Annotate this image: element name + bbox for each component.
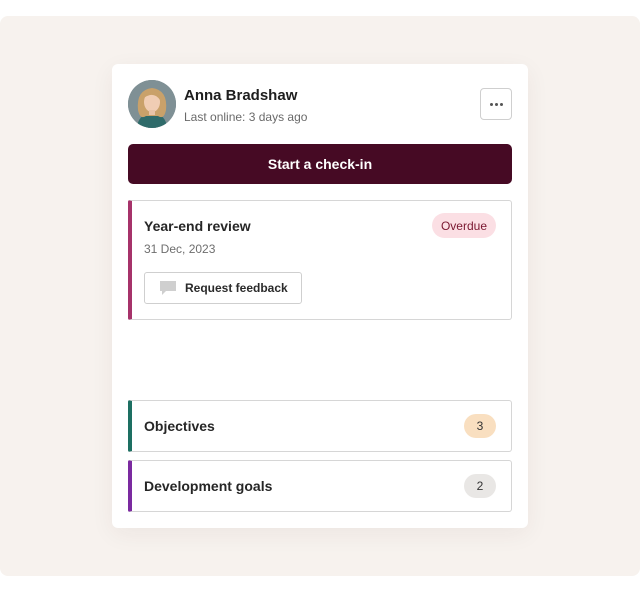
- objectives-label: Objectives: [144, 418, 215, 434]
- person-name: Anna Bradshaw: [184, 87, 298, 104]
- status-badge: Overdue: [431, 213, 496, 238]
- avatar[interactable]: [128, 80, 176, 128]
- employee-card: Anna Bradshaw Last online: 3 days ago St…: [112, 64, 528, 528]
- development-goals-label: Development goals: [144, 478, 273, 494]
- objectives-count-badge: 3: [464, 414, 496, 438]
- year-end-review-panel[interactable]: Year-end review 31 Dec, 2023 Overdue Req…: [128, 200, 512, 320]
- request-feedback-label: Request feedback: [185, 281, 288, 295]
- development-goals-count-badge: 2: [464, 474, 496, 498]
- objectives-row[interactable]: Objectives 3: [128, 400, 512, 452]
- development-goals-row[interactable]: Development goals 2: [128, 460, 512, 512]
- chat-bubble-icon: [159, 280, 177, 296]
- last-online-status: Last online: 3 days ago: [184, 110, 308, 124]
- request-feedback-button[interactable]: Request feedback: [144, 272, 302, 304]
- review-date: 31 Dec, 2023: [144, 242, 216, 256]
- start-checkin-button[interactable]: Start a check-in: [128, 144, 512, 184]
- review-title: Year-end review: [144, 218, 251, 234]
- more-horizontal-icon: [489, 102, 503, 106]
- more-options-button[interactable]: [480, 88, 512, 120]
